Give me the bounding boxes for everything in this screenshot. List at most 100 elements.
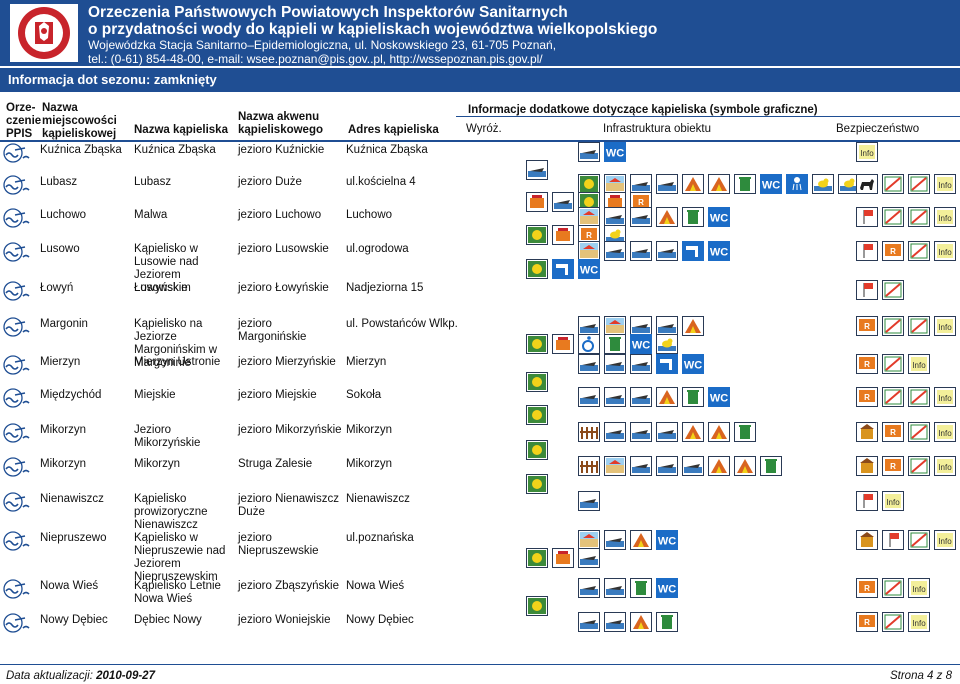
bin-icon bbox=[682, 207, 704, 227]
campfire-icon bbox=[708, 422, 730, 442]
bathing-area-icon bbox=[3, 422, 31, 444]
kayak-icon bbox=[630, 354, 652, 374]
cell-akwen: jezioro Duże bbox=[238, 176, 302, 188]
cell-adres: Nowa Wieś bbox=[346, 580, 405, 592]
beach-icon bbox=[578, 241, 600, 261]
no-alcohol-icon bbox=[908, 456, 930, 476]
boat-icon bbox=[578, 578, 600, 598]
bathing-area-icon bbox=[3, 316, 31, 338]
table-row: Nienawiszcz Kąpielisko prowizoryczne Nien… bbox=[0, 491, 960, 532]
disabled-icon bbox=[578, 334, 600, 354]
flag-icon bbox=[856, 280, 878, 300]
svg-text:WC: WC bbox=[710, 213, 728, 225]
tent-icon bbox=[656, 207, 678, 227]
bathing-area-icon bbox=[3, 174, 31, 196]
cell-kapielisko: Lubasz bbox=[134, 176, 172, 188]
kayak-icon bbox=[604, 612, 626, 632]
col-miejscowosc: Nazwa miejscowości kąpieliskowej bbox=[42, 102, 117, 140]
svg-text:R: R bbox=[890, 247, 896, 256]
bathing-area-icon bbox=[3, 387, 31, 409]
table-row: Margonin Kąpielisko na Jeziorze Margonińs… bbox=[0, 316, 960, 369]
sun-icon bbox=[526, 405, 548, 425]
cell-miejscowosc: Nowa Wieś bbox=[40, 580, 99, 592]
cell-adres: Sokoła bbox=[346, 389, 382, 401]
table-row: Mikorzyn Mikorzyn Struga Zalesie Mikorzyn R I… bbox=[0, 456, 960, 494]
cell-miejscowosc: Nowy Dębiec bbox=[40, 614, 108, 626]
svg-text:WC: WC bbox=[658, 584, 676, 596]
cell-miejscowosc: Mikorzyn bbox=[40, 458, 87, 470]
dog-icon bbox=[856, 174, 878, 194]
sun-icon bbox=[526, 596, 548, 616]
kayak-icon bbox=[630, 422, 652, 442]
svg-text:R: R bbox=[638, 198, 644, 207]
col-kapielisko: Nazwa kąpieliska bbox=[134, 124, 228, 136]
cell-akwen: Struga Zalesie bbox=[238, 458, 313, 470]
cell-akwen: jezioro Mierzyńskie bbox=[238, 356, 336, 368]
no-alcohol-icon bbox=[908, 387, 930, 407]
flag-icon bbox=[856, 207, 878, 227]
boat-icon bbox=[578, 142, 600, 162]
rescue-icon: R bbox=[856, 354, 878, 374]
svg-text:WC: WC bbox=[580, 265, 598, 277]
header-divider bbox=[456, 116, 960, 117]
svg-text:R: R bbox=[890, 428, 896, 437]
svg-text:R: R bbox=[864, 393, 870, 402]
svg-text:Info: Info bbox=[938, 181, 952, 190]
no-smoking-icon bbox=[882, 207, 904, 227]
cell-adres: ul.kościelna 4 bbox=[346, 176, 416, 188]
svg-text:WC: WC bbox=[710, 247, 728, 259]
cell-akwen: jezioro Nienawiszcz Duże bbox=[238, 493, 339, 518]
boat-icon bbox=[604, 422, 626, 442]
wc-icon: WC bbox=[682, 354, 704, 374]
flag-icon bbox=[856, 241, 878, 261]
svg-text:Info: Info bbox=[886, 498, 900, 507]
no-smoking-icon bbox=[882, 387, 904, 407]
rescue-icon: R bbox=[856, 316, 878, 336]
kayak-icon bbox=[630, 316, 652, 336]
cell-kapielisko: Łowyńskie bbox=[134, 282, 188, 294]
bin-icon bbox=[734, 422, 756, 442]
cell-adres: Mierzyn bbox=[346, 356, 387, 368]
rescue-icon: R bbox=[856, 578, 878, 598]
no-alcohol-icon bbox=[882, 280, 904, 300]
beach-icon bbox=[578, 207, 600, 227]
cell-kapielisko: Kąpielisko Letnie Nowa Wieś bbox=[134, 580, 221, 605]
header-contact[interactable]: tel.: (0-61) 854-48-00, e-mail: wsee.poz… bbox=[88, 52, 543, 66]
rescue-icon: R bbox=[856, 612, 878, 632]
boat-icon bbox=[604, 530, 626, 550]
cell-akwen: jezioro Luchowo bbox=[238, 209, 322, 221]
cabin-icon bbox=[856, 456, 878, 476]
tap-icon bbox=[552, 259, 574, 279]
cell-adres: ul.poznańska bbox=[346, 532, 414, 544]
svg-text:R: R bbox=[586, 231, 592, 240]
bathing-area-icon bbox=[3, 241, 31, 263]
update-date: Data aktualizacji: 2010-09-27 bbox=[6, 670, 155, 682]
info-icon: Info bbox=[934, 207, 956, 227]
wc-icon: WC bbox=[708, 387, 730, 407]
kayak-icon bbox=[656, 174, 678, 194]
cell-miejscowosc: Mikorzyn bbox=[40, 424, 87, 436]
table-row: Lubasz Lubasz jezioro Duże ul.kościelna 4 WC… bbox=[0, 174, 960, 212]
cell-adres: Luchowo bbox=[346, 209, 393, 221]
svg-text:Info: Info bbox=[912, 585, 926, 594]
info-icon: Info bbox=[908, 612, 930, 632]
bathing-area-icon bbox=[3, 207, 31, 229]
info-icon: Info bbox=[934, 530, 956, 550]
info-icon: Info bbox=[934, 456, 956, 476]
svg-text:WC: WC bbox=[710, 393, 728, 405]
no-alcohol-icon bbox=[908, 207, 930, 227]
boat-icon bbox=[604, 241, 626, 261]
cell-adres: ul.ogrodowa bbox=[346, 243, 409, 255]
info-icon: Info bbox=[856, 142, 878, 162]
col-bezp: Bezpieczeństwo bbox=[836, 123, 920, 135]
cell-akwen: jezioro Miejskie bbox=[238, 389, 317, 401]
cell-miejscowosc: Kuźnica Zbąska bbox=[40, 144, 122, 156]
info-icon: Info bbox=[934, 174, 956, 194]
table-row: Kuźnica Zbąska Kuźnica Zbąska jezioro Kuźn… bbox=[0, 142, 960, 180]
sun-icon bbox=[526, 474, 548, 494]
cell-akwen: jezioro Mikorzyńskie bbox=[238, 424, 342, 436]
col-infra: Infrastruktura obiektu bbox=[603, 123, 712, 135]
pier-icon bbox=[656, 316, 678, 336]
cell-akwen: jezioro Niepruszewskie bbox=[238, 532, 319, 557]
rescue-icon: R bbox=[882, 456, 904, 476]
